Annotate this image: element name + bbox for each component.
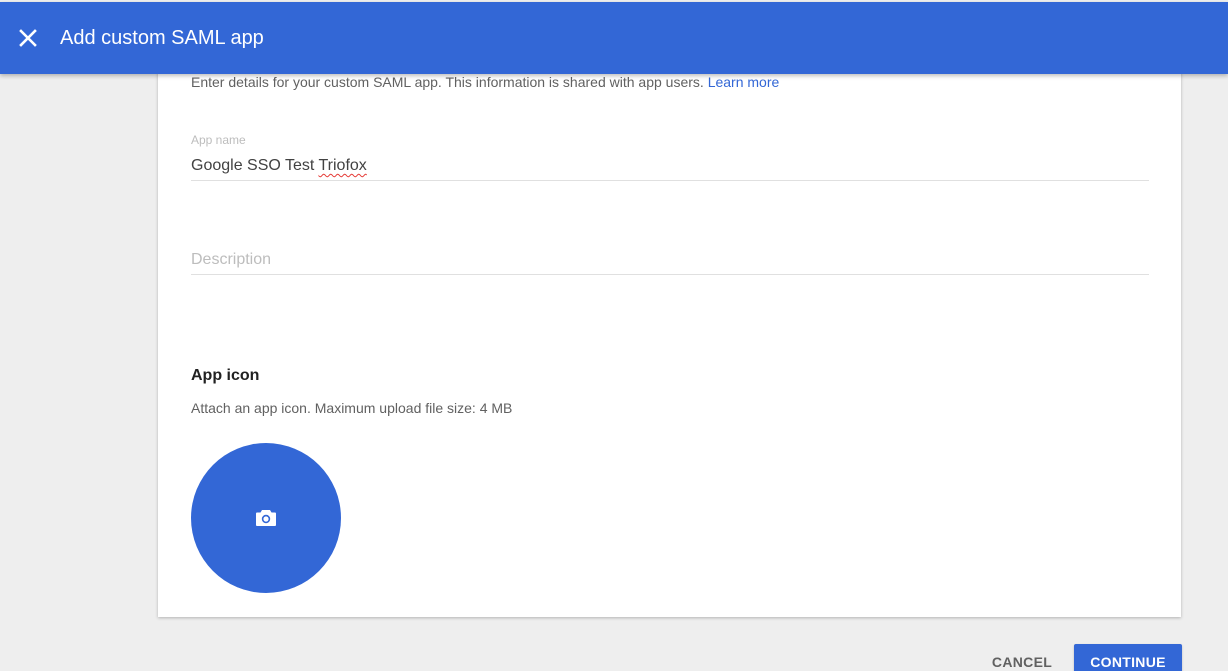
close-icon [19,29,37,47]
page: Add custom SAML app Enter details for yo… [0,0,1228,671]
app-icon-heading: App icon [191,367,260,384]
app-name-label: App name [191,133,246,147]
intro-description: Enter details for your custom SAML app. … [191,74,704,90]
app-header: Add custom SAML app [0,2,1228,74]
app-icon-description: Attach an app icon. Maximum upload file … [191,400,513,416]
camera-icon [256,510,276,526]
continue-button[interactable]: CONTINUE [1074,644,1182,671]
details-card: Enter details for your custom SAML app. … [158,60,1181,617]
app-icon-upload-button[interactable] [191,443,341,593]
learn-more-link[interactable]: Learn more [708,74,780,90]
app-name-value-text: Google SSO Test [191,157,319,174]
app-name-input[interactable]: Google SSO Test Triofox [191,157,367,175]
close-button[interactable] [12,22,44,54]
description-input[interactable]: Description [191,251,271,269]
cancel-button[interactable]: CANCEL [982,644,1062,671]
page-title: Add custom SAML app [60,27,264,49]
misspelled-word: Triofox [318,157,367,174]
app-name-field[interactable]: App name Google SSO Test Triofox [191,128,1149,181]
description-field[interactable]: Description [191,230,1149,275]
intro-text: Enter details for your custom SAML app. … [191,74,779,90]
